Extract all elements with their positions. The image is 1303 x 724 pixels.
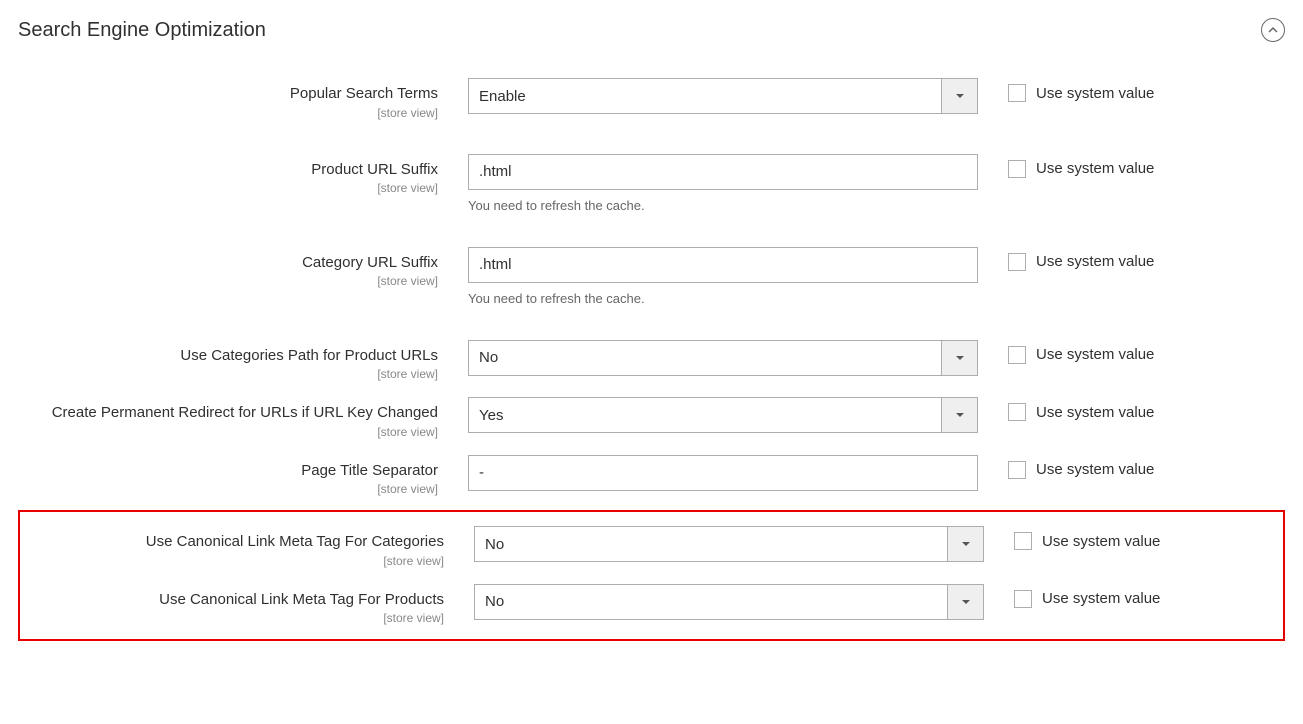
use-system-value-label: Use system value (1036, 346, 1154, 363)
field-note: You need to refresh the cache. (468, 198, 978, 213)
chevron-down-icon (955, 91, 965, 101)
field-product-url-suffix: Product URL Suffix [store view] You need… (18, 146, 1285, 221)
select-value: Enable (479, 88, 526, 105)
field-label: Create Permanent Redirect for URLs if UR… (18, 403, 438, 423)
canonical-highlight: Use Canonical Link Meta Tag For Categori… (18, 510, 1285, 641)
scope-label: [store view] (24, 611, 444, 625)
scope-label: [store view] (18, 274, 438, 288)
scope-label: [store view] (18, 181, 438, 195)
scope-label: [store view] (24, 554, 444, 568)
use-system-value-label: Use system value (1036, 160, 1154, 177)
canonical-products-select[interactable]: No (474, 584, 984, 620)
field-label: Popular Search Terms (18, 84, 438, 104)
use-categories-path-select[interactable]: No (468, 340, 978, 376)
select-value: No (485, 593, 504, 610)
chevron-up-icon (1268, 25, 1278, 35)
use-system-value-checkbox[interactable] (1008, 461, 1026, 479)
scope-label: [store view] (18, 482, 438, 496)
field-page-title-separator: Page Title Separator [store view] Use sy… (18, 447, 1285, 505)
field-label: Category URL Suffix (18, 253, 438, 273)
use-system-value-label: Use system value (1036, 461, 1154, 478)
create-redirect-select[interactable]: Yes (468, 397, 978, 433)
chevron-down-icon (955, 353, 965, 363)
select-dropdown-button[interactable] (947, 527, 983, 561)
use-system-value-checkbox[interactable] (1008, 160, 1026, 178)
select-value: No (485, 536, 504, 553)
use-system-value-checkbox[interactable] (1008, 84, 1026, 102)
field-use-categories-path: Use Categories Path for Product URLs [st… (18, 332, 1285, 390)
use-system-value-checkbox[interactable] (1008, 346, 1026, 364)
product-url-suffix-input[interactable] (468, 154, 978, 190)
select-dropdown-button[interactable] (941, 79, 977, 113)
field-label: Page Title Separator (18, 461, 438, 481)
field-create-redirect: Create Permanent Redirect for URLs if UR… (18, 389, 1285, 447)
field-popular-search-terms: Popular Search Terms [store view] Enable… (18, 70, 1285, 128)
use-system-value-checkbox[interactable] (1014, 590, 1032, 608)
category-url-suffix-input[interactable] (468, 247, 978, 283)
use-system-value-label: Use system value (1042, 590, 1160, 607)
use-system-value-label: Use system value (1036, 253, 1154, 270)
section-title: Search Engine Optimization (18, 19, 266, 42)
popular-search-terms-select[interactable]: Enable (468, 78, 978, 114)
field-note: You need to refresh the cache. (468, 291, 978, 306)
use-system-value-checkbox[interactable] (1008, 403, 1026, 421)
select-value: No (479, 349, 498, 366)
chevron-down-icon (961, 539, 971, 549)
select-dropdown-button[interactable] (941, 341, 977, 375)
use-system-value-label: Use system value (1036, 404, 1154, 421)
field-label: Use Canonical Link Meta Tag For Products (24, 590, 444, 610)
use-system-value-checkbox[interactable] (1014, 532, 1032, 550)
scope-label: [store view] (18, 106, 438, 120)
chevron-down-icon (961, 597, 971, 607)
select-dropdown-button[interactable] (941, 398, 977, 432)
field-label: Product URL Suffix (18, 160, 438, 180)
select-value: Yes (479, 407, 503, 424)
use-system-value-label: Use system value (1036, 85, 1154, 102)
fields-container: Popular Search Terms [store view] Enable… (18, 70, 1285, 641)
scope-label: [store view] (18, 425, 438, 439)
use-system-value-label: Use system value (1042, 533, 1160, 550)
collapse-toggle[interactable] (1261, 18, 1285, 42)
field-canonical-categories: Use Canonical Link Meta Tag For Categori… (24, 518, 1279, 576)
page-title-separator-input[interactable] (468, 455, 978, 491)
section-header: Search Engine Optimization (18, 18, 1285, 42)
field-label: Use Canonical Link Meta Tag For Categori… (24, 532, 444, 552)
select-dropdown-button[interactable] (947, 585, 983, 619)
field-canonical-products: Use Canonical Link Meta Tag For Products… (24, 576, 1279, 634)
use-system-value-checkbox[interactable] (1008, 253, 1026, 271)
scope-label: [store view] (18, 367, 438, 381)
field-label: Use Categories Path for Product URLs (18, 346, 438, 366)
field-category-url-suffix: Category URL Suffix [store view] You nee… (18, 239, 1285, 314)
chevron-down-icon (955, 410, 965, 420)
canonical-categories-select[interactable]: No (474, 526, 984, 562)
